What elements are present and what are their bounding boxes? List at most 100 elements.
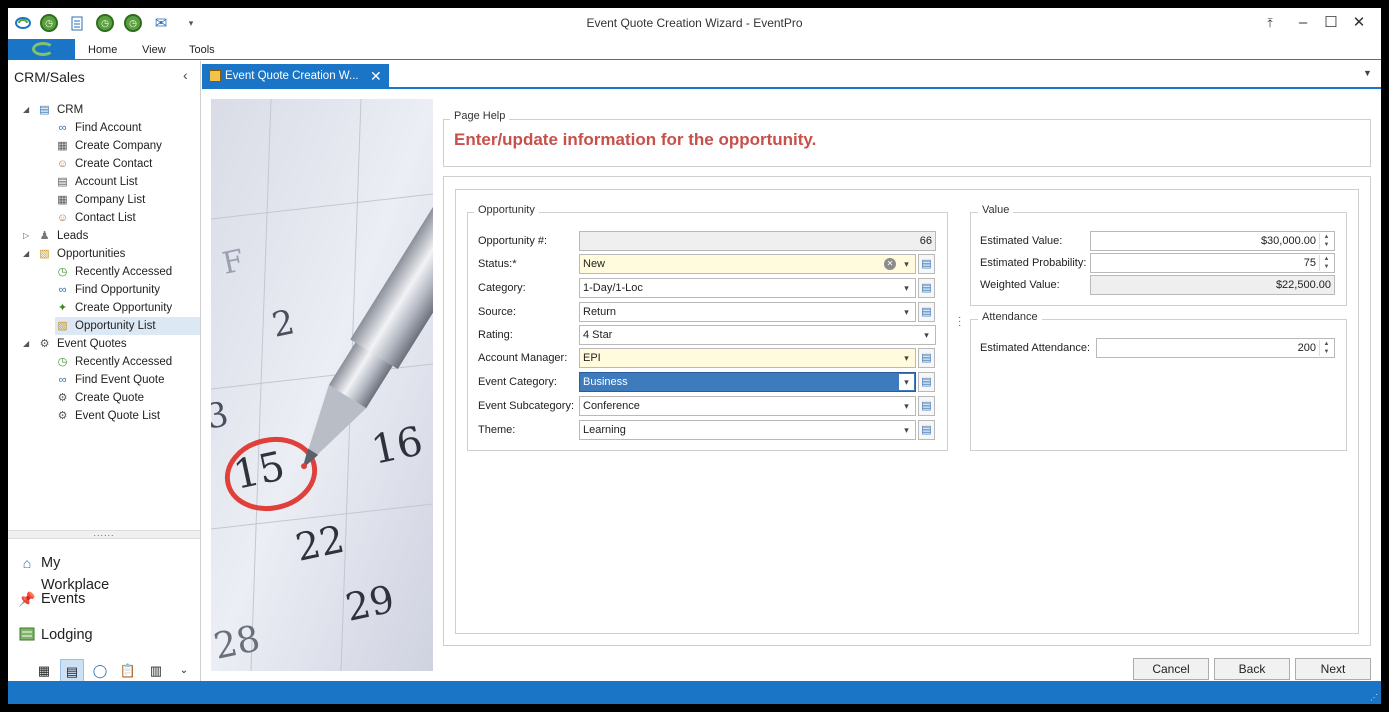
status-combo[interactable]: New ✕ ▾ xyxy=(579,254,916,274)
opportunity-number-label: Opportunity #: xyxy=(478,235,548,247)
restore-ribbon-button[interactable]: ⤒ xyxy=(1256,12,1284,34)
minimize-button[interactable]: – xyxy=(1289,12,1317,34)
create-quote-icon: ⚙ xyxy=(57,392,68,404)
collapse-arrow-icon[interactable]: ◢ xyxy=(23,101,33,119)
tree-item-recently-accessed[interactable]: ◷ Recently Accessed xyxy=(55,263,200,281)
estimated-value-field[interactable]: $30,000.00 ▲ ▼ xyxy=(1090,231,1335,251)
cancel-button[interactable]: Cancel xyxy=(1133,658,1209,680)
tree-item-create-opportunity[interactable]: ✦ Create Opportunity xyxy=(55,299,200,317)
status-bar: ⋰ xyxy=(8,681,1381,704)
chevron-down-icon[interactable]: ▾ xyxy=(899,304,914,320)
tree-item-account-list[interactable]: ▤ Account List xyxy=(55,173,200,191)
attendance-group-title: Attendance xyxy=(978,311,1042,323)
source-lookup-icon[interactable]: ▤ xyxy=(918,302,935,322)
pane-splitter[interactable]: ...... xyxy=(8,529,200,539)
tree-item-find-opportunity[interactable]: ∞ Find Opportunity xyxy=(55,281,200,299)
tree-item-create-company[interactable]: ▦ Create Company xyxy=(55,137,200,155)
back-button[interactable]: Back xyxy=(1214,658,1290,680)
tree-item-event-quote-list[interactable]: ⚙ Event Quote List xyxy=(55,407,200,425)
chevron-down-icon[interactable]: ▾ xyxy=(899,280,914,296)
expand-arrow-icon[interactable]: ▷ xyxy=(23,227,33,245)
chevron-down-icon[interactable]: ▾ xyxy=(899,374,914,390)
estimated-value-label: Estimated Value: xyxy=(980,235,1063,247)
tree-item-opportunities[interactable]: ◢ ▧ Opportunities xyxy=(23,245,200,263)
source-combo[interactable]: Return ▾ xyxy=(579,302,916,322)
spin-updown-icon[interactable]: ▲ ▼ xyxy=(1319,340,1333,356)
tree-item-crm[interactable]: ◢ ▤ CRM xyxy=(23,101,200,119)
tree-item-label: Recently Accessed xyxy=(75,266,173,278)
chevron-down-icon[interactable]: ▾ xyxy=(899,350,914,366)
event-category-combo[interactable]: Business ▾ xyxy=(579,372,916,392)
tree-item-event-quotes[interactable]: ◢ ⚙ Event Quotes xyxy=(23,335,200,353)
tree-item-create-contact[interactable]: ☺ Create Contact xyxy=(55,155,200,173)
tree-item-find-event-quote[interactable]: ∞ Find Event Quote xyxy=(55,371,200,389)
theme-combo[interactable]: Learning ▾ xyxy=(579,420,916,440)
estimated-attendance-field[interactable]: 200 ▲ ▼ xyxy=(1096,338,1335,358)
tree-item-contact-list[interactable]: ☺ Contact List xyxy=(55,209,200,227)
close-tab-icon[interactable]: ✕ xyxy=(370,68,382,85)
tree-item-leads[interactable]: ▷ ♟ Leads xyxy=(23,227,200,245)
value-group-title: Value xyxy=(978,204,1014,216)
account-list-icon: ▤ xyxy=(57,176,68,188)
menu-tools[interactable]: Tools xyxy=(189,44,215,56)
weighted-value-label: Weighted Value: xyxy=(980,279,1060,291)
nav-section-label: Events xyxy=(41,591,86,607)
tree-item-label: Company List xyxy=(75,194,146,206)
tab-event-quote-wizard[interactable]: Event Quote Creation W... ✕ xyxy=(202,64,389,89)
tree-item-find-account[interactable]: ∞ Find Account xyxy=(55,119,200,137)
maximize-button[interactable]: ☐ xyxy=(1317,12,1345,34)
estimated-probability-field[interactable]: 75 ▲ ▼ xyxy=(1090,253,1335,273)
collapse-arrow-icon[interactable]: ◢ xyxy=(23,245,33,263)
close-window-button[interactable]: ✕ xyxy=(1345,12,1373,34)
group-splitter[interactable]: · · · xyxy=(958,313,961,331)
theme-lookup-icon[interactable]: ▤ xyxy=(918,420,935,440)
calendar-pen-photo: F 2 3 15 16 22 29 28 xyxy=(211,99,433,671)
category-combo[interactable]: 1-Day/1-Loc ▾ xyxy=(579,278,916,298)
tab-list-dropdown-icon[interactable]: ▼ xyxy=(1363,68,1372,78)
chevron-down-icon[interactable]: ▾ xyxy=(899,422,914,438)
spin-updown-icon[interactable]: ▲ ▼ xyxy=(1319,233,1333,249)
event-subcategory-combo[interactable]: Conference ▾ xyxy=(579,396,916,416)
collapse-pane-icon[interactable]: ‹ xyxy=(183,67,188,83)
status-lookup-icon[interactable]: ▤ xyxy=(918,254,935,274)
clear-value-icon[interactable]: ✕ xyxy=(884,258,896,270)
wizard-tab-icon xyxy=(209,70,221,82)
menu-view[interactable]: View xyxy=(142,44,166,56)
chevron-down-icon[interactable]: ▾ xyxy=(899,256,914,272)
source-value: Return xyxy=(583,306,617,318)
resize-grip-icon[interactable]: ⋰ xyxy=(1370,693,1378,702)
theme-label: Theme: xyxy=(478,424,516,436)
create-contact-icon: ☺ xyxy=(56,158,69,170)
event-subcategory-label: Event Subcategory: xyxy=(478,400,575,412)
chat-bubble-icon[interactable]: ◯ xyxy=(88,659,112,683)
tab-label: Event Quote Creation W... xyxy=(225,70,359,82)
event-category-lookup-icon[interactable]: ▤ xyxy=(918,372,935,392)
opportunity-list-icon: ▧ xyxy=(57,320,68,332)
event-subcategory-value: Conference xyxy=(583,400,640,412)
source-label: Source: xyxy=(478,306,516,318)
category-lookup-icon[interactable]: ▤ xyxy=(918,278,935,298)
estimated-attendance-label: Estimated Attendance: xyxy=(980,342,1091,354)
account-manager-lookup-icon[interactable]: ▤ xyxy=(918,348,935,368)
inventory-icon[interactable]: ▦ xyxy=(32,659,56,683)
application-menu-button[interactable] xyxy=(8,39,75,60)
calculator-icon[interactable]: ▥ xyxy=(144,659,168,683)
tree-item-create-quote[interactable]: ⚙ Create Quote xyxy=(55,389,200,407)
tree-item-label: CRM xyxy=(57,104,84,116)
event-subcategory-lookup-icon[interactable]: ▤ xyxy=(918,396,935,416)
menu-home[interactable]: Home xyxy=(88,44,117,56)
spin-updown-icon[interactable]: ▲ ▼ xyxy=(1319,255,1333,271)
chevron-down-icon[interactable]: ▾ xyxy=(899,398,914,414)
account-manager-combo[interactable]: EPI ▾ xyxy=(579,348,916,368)
more-chevron-icon[interactable]: ⌄ xyxy=(172,659,196,683)
crm-sales-icon[interactable]: ▤ xyxy=(60,659,84,683)
tree-item-label: Contact List xyxy=(75,212,136,224)
clipboard-icon[interactable]: 📋 xyxy=(116,659,140,683)
tree-item-recently-accessed[interactable]: ◷ Recently Accessed xyxy=(55,353,200,371)
chevron-down-icon[interactable]: ▾ xyxy=(919,327,934,343)
rating-combo[interactable]: 4 Star ▾ xyxy=(579,325,936,345)
next-button[interactable]: Next xyxy=(1295,658,1371,680)
tree-item-company-list[interactable]: ▦ Company List xyxy=(55,191,200,209)
collapse-arrow-icon[interactable]: ◢ xyxy=(23,335,33,353)
tree-item-opportunity-list[interactable]: ▧ Opportunity List xyxy=(55,317,200,335)
